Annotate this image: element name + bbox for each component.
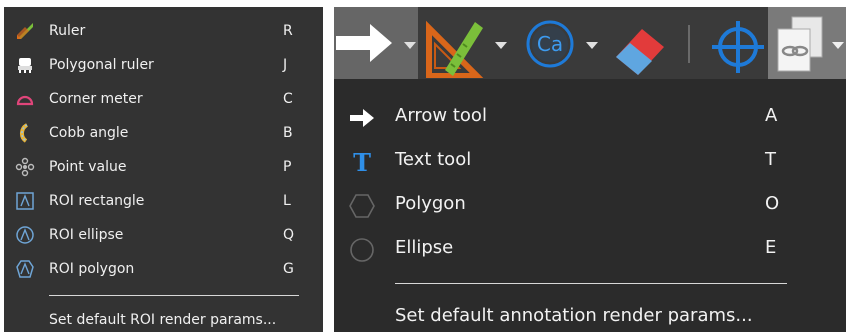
- cobb-angle-icon: [15, 123, 35, 143]
- roi-polygon-icon: [15, 259, 35, 279]
- menu-item-label: Corner meter: [49, 91, 143, 107]
- measurement-tools-menu: Ruler R Polygonal ruler J Corner meter C: [4, 7, 323, 332]
- menu-item-label: Arrow tool: [395, 105, 487, 126]
- eraser-icon[interactable]: [610, 19, 670, 77]
- menu-item-roi-polygon[interactable]: ROI polygon G: [4, 252, 323, 286]
- annotation-tools-panel: Ca Arrow tool A T Text tool T Polygon O …: [334, 7, 846, 332]
- linked-documents-icon: [774, 15, 826, 77]
- shortcut-key: C: [283, 91, 293, 107]
- set-default-annotation-render-params[interactable]: Set default annotation render params...: [395, 305, 753, 326]
- ruler-icon: [15, 21, 35, 41]
- menu-item-arrow-tool[interactable]: Arrow tool A: [334, 97, 846, 137]
- menu-item-label: Text tool: [395, 149, 472, 170]
- shortcut-key: Q: [283, 227, 295, 243]
- measure-set-square-icon[interactable]: [425, 20, 485, 79]
- menu-item-cobb-angle[interactable]: Cobb angle B: [4, 116, 323, 150]
- ca-dropdown-icon[interactable]: [586, 42, 598, 49]
- shortcut-key: E: [765, 237, 777, 258]
- menu-item-polygon[interactable]: Polygon O: [334, 185, 846, 225]
- text-t-icon: T: [348, 149, 376, 175]
- menu-separator: [49, 295, 299, 296]
- polygonal-ruler-icon: [15, 55, 35, 75]
- toolbar-divider: [688, 25, 690, 63]
- shortcut-key: L: [283, 193, 291, 209]
- arrow-tool-icon: [336, 21, 394, 69]
- polygon-icon: [348, 193, 376, 219]
- arrow-tool-dropdown-icon[interactable]: [404, 42, 416, 49]
- menu-item-text-tool[interactable]: T Text tool T: [334, 141, 846, 181]
- measure-dropdown-icon[interactable]: [495, 42, 507, 49]
- shortcut-key: R: [283, 23, 293, 39]
- shortcut-key: J: [283, 57, 288, 73]
- ca-calcium-icon[interactable]: Ca: [524, 18, 576, 76]
- set-default-roi-render-params[interactable]: Set default ROI render params...: [49, 312, 276, 328]
- shortcut-key: O: [765, 193, 780, 214]
- menu-item-label: ROI ellipse: [49, 227, 124, 243]
- linked-documents-button[interactable]: [768, 7, 846, 79]
- menu-item-ruler[interactable]: Ruler R: [4, 14, 323, 48]
- menu-item-polygonal-ruler[interactable]: Polygonal ruler J: [4, 48, 323, 82]
- menu-item-ellipse[interactable]: Ellipse E: [334, 229, 846, 269]
- roi-rectangle-icon: [15, 191, 35, 211]
- menu-item-label: ROI rectangle: [49, 193, 145, 209]
- menu-item-label: Cobb angle: [49, 125, 129, 141]
- shortcut-key: B: [283, 125, 293, 141]
- roi-ellipse-icon: [15, 225, 35, 245]
- menu-item-label: Ruler: [49, 23, 86, 39]
- menu-item-roi-ellipse[interactable]: ROI ellipse Q: [4, 218, 323, 252]
- menu-separator: [395, 283, 787, 284]
- shortcut-key: G: [283, 261, 294, 277]
- menu-item-label: Ellipse: [395, 237, 454, 258]
- menu-item-label: Polygon: [395, 193, 466, 214]
- crosshair-icon[interactable]: [710, 19, 766, 77]
- shortcut-key: A: [765, 105, 778, 126]
- svg-text:T: T: [353, 149, 371, 175]
- menu-item-roi-rectangle[interactable]: ROI rectangle L: [4, 184, 323, 218]
- ca-label: Ca: [537, 32, 563, 56]
- arrow-icon: [348, 105, 376, 131]
- menu-item-label: Polygonal ruler: [49, 57, 154, 73]
- menu-item-point-value[interactable]: Point value P: [4, 150, 323, 184]
- menu-item-corner-meter[interactable]: Corner meter C: [4, 82, 323, 116]
- corner-meter-icon: [15, 89, 35, 109]
- toolbar: Ca: [334, 7, 846, 79]
- documents-dropdown-icon[interactable]: [832, 42, 844, 49]
- shortcut-key: T: [765, 149, 776, 170]
- point-value-icon: [15, 157, 35, 177]
- shortcut-key: P: [283, 159, 292, 175]
- menu-item-label: ROI polygon: [49, 261, 135, 277]
- ellipse-icon: [348, 237, 376, 263]
- menu-item-label: Point value: [49, 159, 127, 175]
